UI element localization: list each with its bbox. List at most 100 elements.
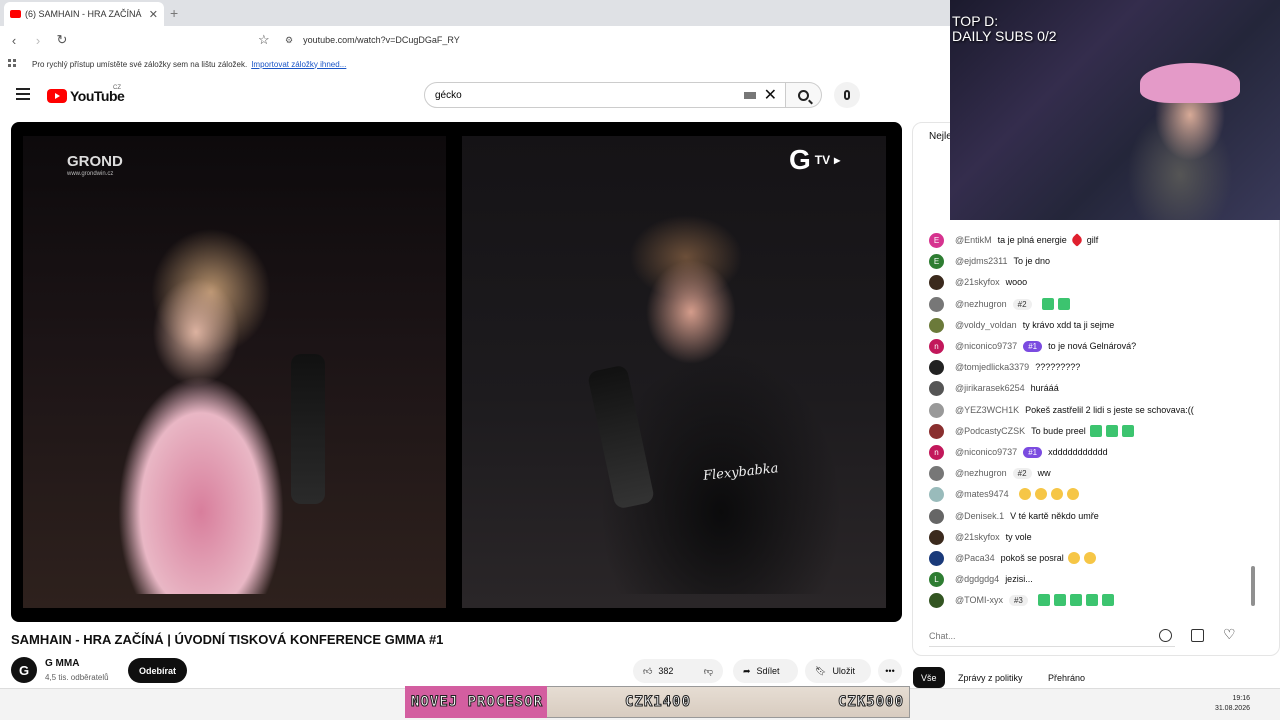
thumbs-down-icon: 👎︎ [703, 665, 713, 676]
chat-message[interactable]: @21skyfox wooo [929, 272, 1027, 292]
chat-author[interactable]: @YEZ3WCH1K [955, 405, 1019, 415]
chat-author[interactable]: @21skyfox [955, 277, 1000, 287]
filter-all[interactable]: Vše [913, 667, 945, 688]
chat-author[interactable]: @ejdms2311 [955, 256, 1008, 266]
keyboard-icon[interactable] [743, 91, 756, 99]
chat-avatar [929, 423, 944, 439]
filter-politics[interactable]: Zprávy z politiky [950, 667, 1031, 688]
chat-message[interactable]: L @dgdgdg4 jezisi... [929, 569, 1033, 589]
save-button[interactable]: 🔖︎ Uložit [805, 659, 871, 683]
chat-author[interactable]: @nezhugron [955, 299, 1007, 309]
emoji-icon [1066, 488, 1079, 500]
chat-message[interactable]: @jirikarasek6254 hurááá [929, 378, 1059, 398]
video-player[interactable]: Flexybabka GROND www.grondwin.cz G TV ▸ [11, 122, 902, 622]
goal-line-2: DAILY SUBS 0/2 [952, 28, 1057, 44]
play-triangle-icon: ▸ [834, 153, 841, 167]
chat-author[interactable]: @jirikarasek6254 [955, 383, 1025, 393]
chat-message[interactable]: @PodcastyCZSK To bude preel [929, 421, 1134, 441]
emoji-icon [1018, 488, 1031, 500]
search-input[interactable] [435, 89, 744, 101]
reload-icon[interactable]: ↻ [52, 32, 72, 48]
close-icon[interactable]: ✕ [149, 8, 158, 21]
menu-icon[interactable] [16, 88, 30, 100]
emoji-icon[interactable] [1159, 629, 1172, 642]
ticker-left-text: NOVEJ PROCESOR [410, 694, 544, 711]
emoji-icon [1121, 425, 1134, 437]
taskbar-clock[interactable]: 19:16 31.08.2026 [1215, 694, 1250, 714]
bookmarks-prompt: Pro rychlý přístup umístěte své záložky … [32, 59, 248, 69]
chat-message[interactable]: @mates9474 [929, 484, 1079, 504]
emoji-icon [1105, 425, 1118, 437]
grond-url: www.grondwin.cz [67, 171, 114, 177]
apps-grid-icon[interactable] [8, 59, 18, 69]
chat-author[interactable]: @voldy_voldan [955, 320, 1017, 330]
like-button[interactable]: 👍︎ 382 [643, 666, 673, 677]
subscribe-button[interactable]: Odebírat [128, 658, 187, 683]
more-actions-button[interactable]: ••• [878, 659, 902, 683]
chat-text: xddddddddddd [1048, 447, 1108, 457]
chat-text: hurááá [1030, 383, 1059, 393]
back-icon[interactable]: ‹ [4, 33, 24, 48]
youtube-masthead: YouTube CZ ✕ [0, 74, 950, 118]
clear-search-icon[interactable]: ✕ [764, 85, 777, 105]
chat-scrollbar[interactable] [1251, 566, 1255, 606]
site-info-icon[interactable]: ⚙ [285, 35, 293, 46]
chat-message[interactable]: @voldy_voldan ty krávo xdd ta ji sejme [929, 315, 1114, 335]
chat-author[interactable]: @tomjedlicka3379 [955, 362, 1029, 372]
chat-message[interactable]: n @niconico9737 #1 xddddddddddd [929, 442, 1108, 462]
super-chat-icon[interactable] [1191, 629, 1204, 642]
search-button[interactable] [786, 82, 822, 108]
url-text: youtube.com/watch?v=DCugDGaF_RY [303, 35, 460, 45]
chat-author[interactable]: @nezhugron [955, 468, 1007, 478]
chat-message[interactable]: @Paca34 pokoš se posral [929, 548, 1096, 568]
emoji-icon [1089, 425, 1102, 437]
chat-author[interactable]: @TOMI-xyx [955, 595, 1003, 605]
channel-avatar[interactable]: G [11, 657, 37, 683]
chat-rank-badge: #3 [1008, 594, 1028, 606]
chat-message[interactable]: @tomjedlicka3379????????? [929, 357, 1080, 377]
chat-input[interactable]: Chat... [929, 625, 1175, 647]
chat-author[interactable]: @21skyfox [955, 532, 1000, 542]
bookmark-icon[interactable]: ☆ [258, 32, 270, 48]
chat-message[interactable]: E @ejdms2311 To je dno [929, 251, 1050, 271]
chat-message[interactable]: @YEZ3WCH1K Pokeš zastřelil 2 lidi s jeste… [929, 400, 1194, 420]
chat-message[interactable]: @nezhugron #2 [929, 294, 1070, 314]
chat-author[interactable]: @Paca34 [955, 553, 995, 563]
chat-text: ty vole [1005, 532, 1032, 542]
chat-author[interactable]: @niconico9737 [955, 341, 1017, 351]
new-tab-icon[interactable]: + [170, 5, 178, 21]
country-code: CZ [113, 85, 121, 91]
gtv-watermark: G TV ▸ [789, 144, 840, 176]
chat-author[interactable]: @Denisek.1 [955, 511, 1004, 521]
address-bar[interactable]: ⚙ youtube.com/watch?v=DCugDGaF_RY [285, 26, 460, 54]
ticker-right-text: CZK5000 [837, 694, 905, 711]
import-bookmarks-link[interactable]: Importovat záložky ihned... [251, 60, 346, 69]
chat-text: To je dno [1013, 256, 1051, 266]
chat-author[interactable]: @dgdgdg4 [955, 574, 999, 584]
share-button[interactable]: ➦ Sdílet [733, 659, 798, 683]
chat-author[interactable]: @mates9474 [955, 489, 1009, 499]
search-box[interactable]: ✕ [424, 82, 786, 108]
channel-name[interactable]: G MMA [45, 658, 79, 669]
chat-message[interactable]: @Denisek.1 V té kartě někdo umře [929, 506, 1099, 526]
chat-avatar [929, 508, 944, 524]
chat-message[interactable]: E @EntikM ta je plná energie gilf [929, 230, 1098, 250]
chat-message[interactable]: @21skyfox ty vole [929, 527, 1032, 547]
chat-message[interactable]: @TOMI-xyx #3 [929, 590, 1114, 610]
browser-tab[interactable]: (6) SAMHAIN - HRA ZAČÍNÁ ✕ [4, 2, 164, 26]
filter-replayed[interactable]: Přehráno [1040, 667, 1093, 688]
chat-author[interactable]: @EntikM [955, 235, 992, 245]
address-bar-row: ‹ › ↻ ☆ ⚙ youtube.com/watch?v=DCugDGaF_RY [0, 26, 950, 54]
microphone-icon [844, 90, 850, 100]
chat-author[interactable]: @niconico9737 [955, 447, 1017, 457]
forward-icon[interactable]: › [28, 33, 48, 48]
voice-search-button[interactable] [834, 82, 860, 108]
dislike-button[interactable]: 👎︎ [704, 666, 713, 677]
chat-header[interactable]: Nejle [929, 131, 952, 142]
chat-message[interactable]: n @niconico9737 #1 to je nová Gelnárová? [929, 336, 1136, 356]
thumbs-up-icon: 👍︎ [643, 665, 653, 676]
stream-goal-text: TOP D: DAILY SUBS 0/2 [952, 14, 1057, 44]
heart-reaction-icon[interactable]: ♡ [1223, 626, 1236, 643]
chat-author[interactable]: @PodcastyCZSK [955, 426, 1025, 436]
chat-message[interactable]: @nezhugron #2 ww [929, 463, 1051, 483]
